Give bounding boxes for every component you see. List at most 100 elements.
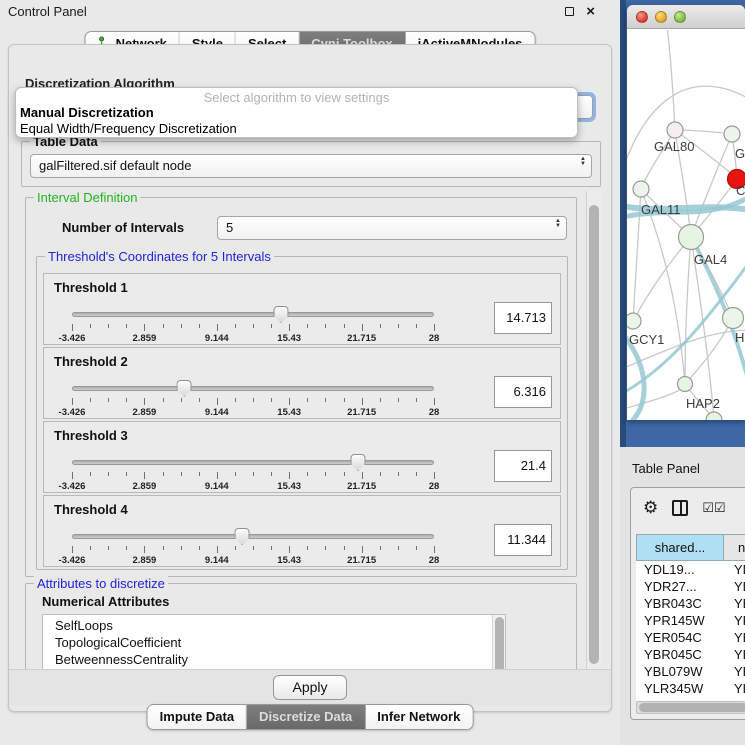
slider-tick <box>434 546 435 553</box>
network-node-gal4[interactable] <box>679 225 704 250</box>
threshold-2-slider-thumb[interactable] <box>177 380 192 397</box>
network-node-gal80[interactable] <box>667 122 683 138</box>
slider-tick <box>90 472 91 476</box>
threshold-3-slider[interactable]: -3.4262.8599.14415.4321.71528 <box>72 460 434 492</box>
cell-shared-name[interactable]: YBR045C <box>636 646 724 663</box>
slider-tick <box>344 546 345 550</box>
slider-tick <box>398 324 399 328</box>
cell-name[interactable]: YPR1 <box>724 612 745 629</box>
network-canvas[interactable]: GAL80GACGAL11GAL4GCY1HHAP2 <box>627 30 745 420</box>
tab-infer-network[interactable]: Infer Network <box>365 705 472 729</box>
attribute-list-item[interactable]: SelfLoops <box>55 617 505 634</box>
network-node-gcy1[interactable] <box>627 313 641 329</box>
cell-name[interactable]: YBL0 <box>724 663 745 680</box>
table-horizontal-scrollbar[interactable] <box>636 701 745 714</box>
cell-shared-name[interactable]: YBR043C <box>636 595 724 612</box>
threshold-4-label: Threshold 4 <box>54 502 128 517</box>
threshold-1-label: Threshold 1 <box>54 280 128 295</box>
attributes-list-scrollbar[interactable] <box>492 615 505 669</box>
cell-name[interactable]: YDL1 <box>724 561 745 578</box>
popup-option-equal-width-frequency[interactable]: Equal Width/Frequency Discretization <box>16 121 577 137</box>
slider-tick <box>144 546 145 553</box>
numerical-attributes-list[interactable]: SelfLoopsTopologicalCoefficientBetweenne… <box>42 614 506 669</box>
column-header-shared-name[interactable]: shared... <box>636 534 724 561</box>
slider-tick-label: 2.859 <box>133 407 157 418</box>
column-header-name[interactable]: na <box>724 534 745 561</box>
network-window-titlebar[interactable] <box>627 5 745 29</box>
threshold-2-label: Threshold 2 <box>54 354 128 369</box>
tab-discretize-data[interactable]: Discretize Data <box>247 705 365 729</box>
table-row[interactable]: YER054CYER0 <box>636 629 745 646</box>
threshold-2-value-field[interactable]: 6.316 <box>494 376 552 408</box>
slider-tick-label: 21.715 <box>347 333 376 344</box>
cell-name[interactable]: YER0 <box>724 629 745 646</box>
cell-name[interactable]: YBR0 <box>724 646 745 663</box>
threshold-4-slider[interactable]: -3.4262.8599.14415.4321.71528 <box>72 534 434 566</box>
number-of-intervals-combobox[interactable]: 5 ▲▼ <box>217 216 567 240</box>
minimize-traffic-light[interactable] <box>655 11 667 23</box>
slider-track[interactable] <box>72 534 434 539</box>
table-data-combobox[interactable]: galFiltered.sif default node ▲▼ <box>30 154 592 178</box>
table-row[interactable]: YBR045CYBR0 <box>636 646 745 663</box>
slider-tick-label: 2.859 <box>133 481 157 492</box>
slider-tick <box>307 398 308 402</box>
popup-option-manual-discretization[interactable]: Manual Discretization <box>16 105 577 121</box>
slider-track[interactable] <box>72 312 434 317</box>
split-columns-icon[interactable] <box>672 500 688 516</box>
slider-tick <box>253 398 254 402</box>
attributes-list-scrollbar-thumb[interactable] <box>495 617 504 669</box>
threshold-1-slider[interactable]: -3.4262.8599.14415.4321.71528 <box>72 312 434 344</box>
threshold-1-value-field[interactable]: 14.713 <box>494 302 552 334</box>
cell-shared-name[interactable]: YDR27... <box>636 578 724 595</box>
slider-tick <box>434 324 435 331</box>
slider-tick-label: 28 <box>429 407 440 418</box>
zoom-traffic-light[interactable] <box>674 11 686 23</box>
cell-shared-name[interactable]: YLR345W <box>636 680 724 697</box>
network-edge <box>685 237 691 384</box>
network-node-ga[interactable] <box>724 126 740 142</box>
select-columns-icon[interactable]: ☑☑ <box>702 501 725 516</box>
table-row[interactable]: YPR145WYPR1 <box>636 612 745 629</box>
slider-track[interactable] <box>72 460 434 465</box>
cell-name[interactable]: YLR3 <box>724 680 745 697</box>
float-window-icon[interactable] <box>565 4 574 19</box>
cell-shared-name[interactable]: YDL19... <box>636 561 724 578</box>
threshold-2-slider[interactable]: -3.4262.8599.14415.4321.71528 <box>72 386 434 418</box>
attribute-list-item[interactable]: BetweennessCentrality <box>55 651 505 668</box>
cell-name[interactable]: YBR0 <box>724 595 745 612</box>
gear-icon[interactable]: ⚙ <box>643 498 658 518</box>
apply-button[interactable]: Apply <box>273 675 346 700</box>
slider-tick <box>108 546 109 550</box>
slider-track[interactable] <box>72 386 434 391</box>
cell-shared-name[interactable]: YPR145W <box>636 612 724 629</box>
close-window-icon[interactable]: × <box>586 7 595 17</box>
table-row[interactable]: YLR345WYLR3 <box>636 680 745 697</box>
network-node-hap2[interactable] <box>678 377 693 392</box>
slider-tick-label: 28 <box>429 555 440 566</box>
cell-name[interactable]: YDR2 <box>724 578 745 595</box>
table-row[interactable]: YBR043CYBR0 <box>636 595 745 612</box>
network-node-h[interactable] <box>723 308 744 329</box>
network-node-label-hap2: HAP2 <box>686 396 720 411</box>
threshold-3-value-field[interactable]: 21.4 <box>494 450 552 482</box>
slider-tick <box>217 398 218 405</box>
table-row[interactable]: YBL079WYBL0 <box>636 663 745 680</box>
threshold-4-slider-thumb[interactable] <box>235 528 250 545</box>
attribute-list-item[interactable]: TopologicalCoefficient <box>55 634 505 651</box>
cell-shared-name[interactable]: YBL079W <box>636 663 724 680</box>
slider-tick <box>271 546 272 550</box>
close-traffic-light[interactable] <box>636 11 648 23</box>
slider-tick <box>90 324 91 328</box>
table-row[interactable]: YDL19...YDL1 <box>636 561 745 578</box>
settings-vertical-scrollbar[interactable] <box>586 191 601 669</box>
threshold-4-value-field[interactable]: 11.344 <box>494 524 552 556</box>
threshold-1-slider-thumb[interactable] <box>273 306 288 323</box>
cell-shared-name[interactable]: YER054C <box>636 629 724 646</box>
settings-vertical-scrollbar-thumb[interactable] <box>589 205 599 664</box>
table-horizontal-scrollbar-thumb[interactable] <box>639 703 745 712</box>
threshold-3-slider-thumb[interactable] <box>350 454 365 471</box>
table-row[interactable]: YDR27...YDR2 <box>636 578 745 595</box>
network-node-gal11[interactable] <box>633 181 649 197</box>
slider-tick <box>126 472 127 476</box>
tab-impute-data[interactable]: Impute Data <box>148 705 247 729</box>
